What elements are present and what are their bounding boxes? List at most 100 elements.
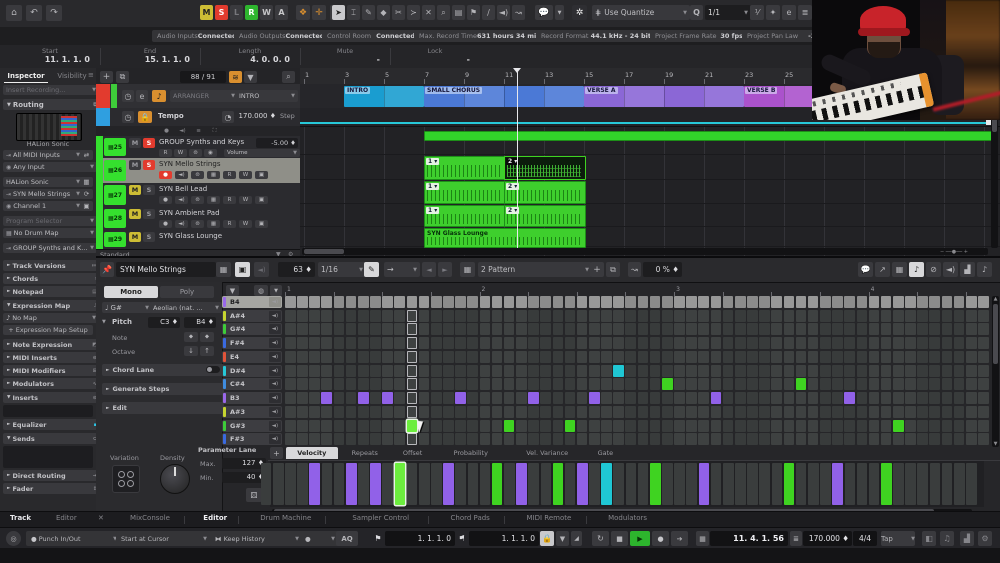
note-audition-icon[interactable]: ◄) — [269, 352, 281, 362]
step-cell[interactable] — [832, 420, 843, 432]
step-cell[interactable] — [711, 378, 722, 390]
velocity-slot[interactable] — [431, 463, 442, 505]
octave-up-button[interactable]: ↑ — [200, 346, 214, 356]
step-cell[interactable] — [321, 296, 332, 308]
step-cell[interactable] — [370, 392, 381, 404]
step-cell[interactable] — [321, 420, 332, 432]
step-cell[interactable] — [881, 433, 892, 445]
record-button[interactable]: ● — [652, 531, 669, 546]
step-cell[interactable] — [759, 351, 770, 363]
swing-icon[interactable]: ↝ — [628, 262, 641, 277]
track-row-26[interactable]: ▦26MSSYN Mello Strings●◄)⊜▦RW▣ — [96, 158, 300, 184]
left-locator-value[interactable]: 1. 1. 1. 0 — [385, 531, 455, 546]
step-cell[interactable] — [978, 392, 989, 404]
step-cell[interactable] — [540, 378, 551, 390]
signature-display[interactable]: 4/4 — [853, 531, 877, 546]
step-cell[interactable] — [528, 365, 539, 377]
step-cell[interactable] — [881, 420, 892, 432]
step-cell[interactable] — [516, 351, 527, 363]
step-cell[interactable] — [917, 365, 928, 377]
step-cell[interactable] — [978, 351, 989, 363]
scroll-up-arrow[interactable]: ▲ — [992, 296, 999, 302]
step-cell[interactable] — [905, 337, 916, 349]
step-cell[interactable] — [966, 378, 977, 390]
step-cell[interactable] — [492, 378, 503, 390]
step-cell[interactable] — [735, 310, 746, 322]
monitor-icon[interactable]: ◄) — [943, 262, 958, 277]
inspector-tab-inspector[interactable]: Inspector — [4, 70, 48, 83]
step-cell[interactable] — [735, 351, 746, 363]
step-cell[interactable] — [285, 406, 296, 418]
step-cell[interactable] — [832, 378, 843, 390]
step-cell[interactable] — [723, 337, 734, 349]
step-cell[interactable] — [820, 392, 831, 404]
add-track-button[interactable]: + — [100, 71, 113, 83]
step-cell[interactable] — [686, 337, 697, 349]
step-cell[interactable] — [492, 351, 503, 363]
step-cell[interactable] — [443, 323, 454, 335]
follow-icon[interactable]: ♪ — [977, 262, 992, 277]
step-cell[interactable] — [674, 420, 685, 432]
step-cell[interactable] — [334, 392, 345, 404]
step-cell[interactable] — [784, 406, 795, 418]
step-cell[interactable] — [942, 337, 953, 349]
routing-field-3[interactable]: ⇥SYN Mello Strings▼ — [3, 189, 83, 199]
step-cell[interactable] — [394, 392, 405, 404]
note-audition-icon[interactable]: ◄) — [269, 311, 281, 321]
step-cell[interactable] — [565, 296, 576, 308]
step-cell[interactable] — [723, 296, 734, 308]
step-cell[interactable] — [419, 406, 430, 418]
step-cell[interactable] — [467, 406, 478, 418]
step-cell[interactable] — [735, 296, 746, 308]
step-cell[interactable] — [613, 392, 624, 404]
step-cell[interactable] — [346, 365, 357, 377]
step-cell[interactable] — [297, 365, 308, 377]
step-cell[interactable] — [346, 351, 357, 363]
jump-button[interactable]: ➔ — [671, 531, 688, 546]
velocity-bar-42[interactable] — [784, 463, 795, 505]
step-cell[interactable] — [942, 296, 953, 308]
step-cell[interactable] — [309, 378, 320, 390]
add-pattern-button[interactable]: + — [590, 262, 604, 277]
step-cell[interactable] — [698, 378, 709, 390]
mini-icon-0[interactable]: ● — [160, 127, 173, 135]
step-cell[interactable] — [601, 323, 612, 335]
step-cell[interactable] — [978, 433, 989, 445]
status-pill-4[interactable]: Record Format44.1 kHz - 24 bit — [536, 30, 656, 42]
routing-field-6[interactable]: ▦No Drum Map▼ — [3, 228, 97, 238]
step-cell[interactable] — [358, 365, 369, 377]
step-cell[interactable] — [808, 296, 819, 308]
close-lower-zone-icon[interactable]: ✕ — [98, 514, 104, 522]
step-cell[interactable] — [285, 351, 296, 363]
status-pill-5[interactable]: Project Frame Rate30 fps — [650, 30, 748, 42]
step-cell[interactable] — [893, 323, 904, 335]
velocity-slot[interactable] — [905, 463, 916, 505]
step-cell[interactable] — [297, 378, 308, 390]
step-cell[interactable] — [553, 337, 564, 349]
step-cell[interactable] — [698, 392, 709, 404]
step-cell[interactable] — [492, 296, 503, 308]
step-cell[interactable] — [686, 433, 697, 445]
state-button-w[interactable]: W — [260, 5, 273, 20]
step-cell[interactable] — [686, 323, 697, 335]
step-cell[interactable] — [419, 337, 430, 349]
step-cell[interactable] — [832, 406, 843, 418]
step-cell[interactable] — [480, 365, 491, 377]
step-cell[interactable] — [309, 392, 320, 404]
arranger-track-row[interactable]: ◷e♪ARRANGER▼INTRO▼ — [96, 84, 300, 109]
step-cell[interactable] — [759, 392, 770, 404]
step-cell[interactable] — [662, 310, 673, 322]
step-cell[interactable] — [601, 296, 612, 308]
min-field[interactable]: 40 ♦ — [222, 472, 266, 483]
ctl-2[interactable]: ⊜ — [189, 149, 202, 157]
step-cell[interactable] — [382, 310, 393, 322]
step-cell[interactable] — [346, 406, 357, 418]
freeze-button[interactable]: ▣ — [255, 220, 268, 228]
split-tool[interactable]: ✂ — [392, 5, 405, 20]
step-cell[interactable] — [905, 323, 916, 335]
step-cell[interactable] — [625, 351, 636, 363]
click-icon[interactable]: ◧ — [922, 531, 936, 546]
step-cell[interactable] — [285, 392, 296, 404]
step-cell[interactable] — [711, 296, 722, 308]
step-cell[interactable] — [431, 378, 442, 390]
